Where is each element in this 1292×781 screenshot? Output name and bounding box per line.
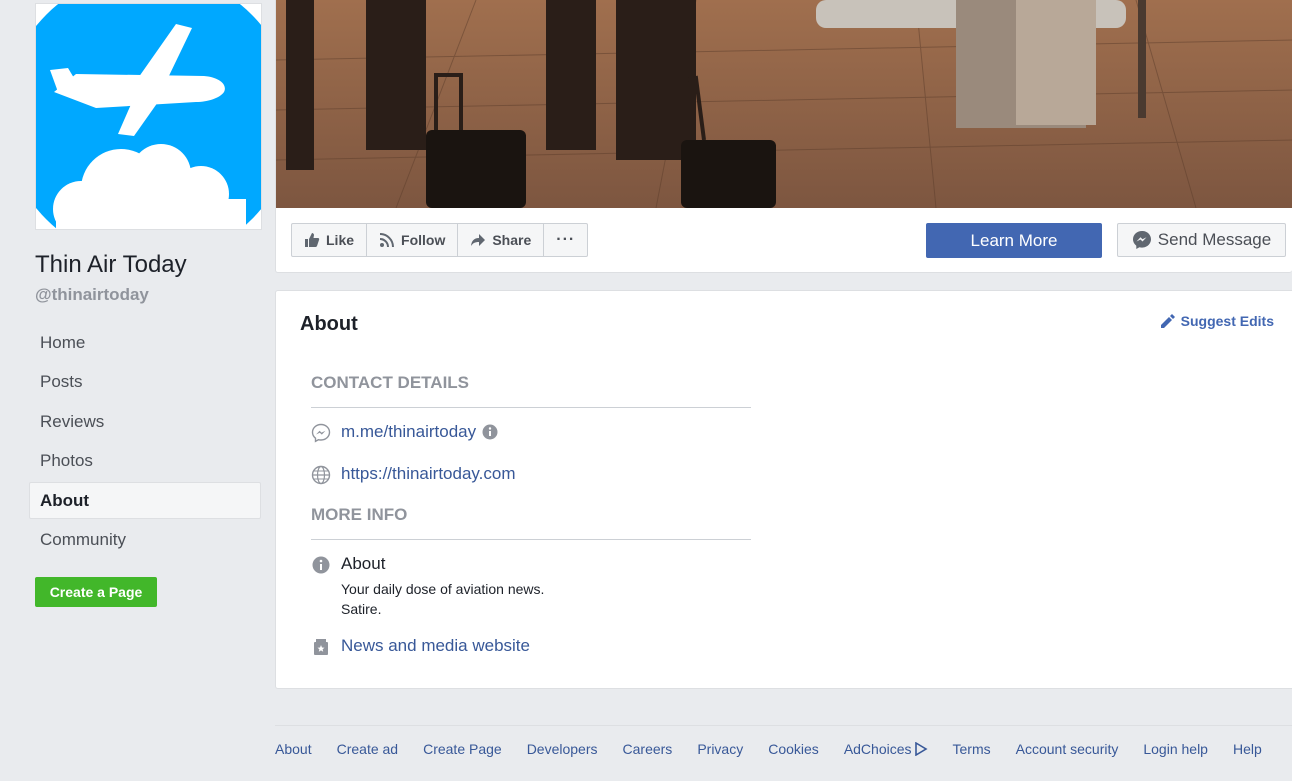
adchoices-label: AdChoices [843, 741, 912, 757]
about-description: Your daily dose of aviation news. Satire… [341, 579, 544, 619]
category-row: News and media website [311, 636, 530, 657]
cover-card: Like Follow Share ··· Learn More Send Me… [275, 0, 1292, 273]
footer: About Create ad Create Page Developers C… [275, 725, 1292, 759]
about-label: About [341, 554, 386, 573]
category-tag-icon [311, 637, 331, 657]
cover-photo[interactable] [276, 0, 1292, 208]
share-label: Share [492, 232, 532, 248]
send-message-button[interactable]: Send Message [1117, 223, 1286, 257]
page-title: Thin Air Today [35, 251, 187, 278]
nav-item-reviews[interactable]: Reviews [29, 403, 261, 440]
messenger-link[interactable]: m.me/thinairtoday [341, 422, 476, 442]
footer-link-login-help[interactable]: Login help [1143, 739, 1208, 759]
thumbs-up-icon [305, 233, 320, 247]
footer-link-developers[interactable]: Developers [527, 739, 598, 759]
about-card: About Suggest Edits CONTACT DETAILS m.me… [275, 290, 1292, 689]
messenger-outline-icon [311, 423, 331, 443]
about-description-line-2: Satire. [341, 601, 382, 617]
website-link[interactable]: https://thinairtoday.com [341, 464, 516, 484]
footer-link-cookies[interactable]: Cookies [768, 739, 819, 759]
footer-link-adchoices[interactable]: AdChoices [844, 739, 928, 759]
footer-link-account-security[interactable]: Account security [1016, 739, 1119, 759]
like-label: Like [326, 232, 355, 248]
info-icon[interactable] [482, 424, 498, 445]
website-row: https://thinairtoday.com [311, 464, 516, 485]
send-message-label: Send Message [1157, 230, 1272, 249]
footer-link-create-ad[interactable]: Create ad [337, 739, 398, 759]
messenger-icon [1132, 231, 1151, 249]
nav-item-home[interactable]: Home [29, 324, 261, 361]
footer-link-about[interactable]: About [275, 739, 312, 759]
more-info-heading: MORE INFO [311, 505, 751, 540]
share-button[interactable]: Share [458, 224, 545, 256]
airplane-cloud-logo [36, 4, 261, 229]
suggest-edits-link[interactable]: Suggest Edits [1160, 313, 1274, 329]
messenger-row: m.me/thinairtoday [311, 422, 498, 445]
footer-link-terms[interactable]: Terms [953, 739, 991, 759]
more-options-button[interactable]: ··· [544, 224, 587, 256]
about-info-row: About Your daily dose of aviation news. … [311, 554, 544, 619]
nav-item-photos[interactable]: Photos [29, 443, 261, 480]
travelers-luggage-photo [276, 0, 1292, 208]
info-circle-icon [311, 555, 331, 575]
nav-item-community[interactable]: Community [29, 522, 261, 559]
globe-icon [311, 465, 331, 485]
follow-button[interactable]: Follow [367, 224, 459, 256]
like-button[interactable]: Like [292, 224, 368, 256]
page-profile-picture[interactable] [35, 3, 262, 230]
adchoices-icon [914, 742, 928, 756]
nav-item-about[interactable]: About [29, 482, 261, 519]
page-handle[interactable]: @thinairtoday [35, 285, 149, 305]
about-description-line-1: Your daily dose of aviation news. [341, 581, 545, 597]
share-arrow-icon [471, 234, 486, 246]
category-link[interactable]: News and media website [341, 636, 530, 656]
footer-link-create-page[interactable]: Create Page [423, 739, 502, 759]
footer-link-help[interactable]: Help [1233, 739, 1262, 759]
nav-item-posts[interactable]: Posts [29, 364, 261, 401]
about-heading: About [300, 313, 358, 335]
learn-more-button[interactable]: Learn More [926, 223, 1102, 258]
page-nav: Home Posts Reviews Photos About Communit… [29, 324, 261, 561]
create-page-button[interactable]: Create a Page [35, 577, 157, 607]
contact-details-heading: CONTACT DETAILS [311, 373, 751, 408]
page-actions-bar: Like Follow Share ··· [291, 223, 589, 257]
footer-link-privacy[interactable]: Privacy [697, 739, 743, 759]
rss-follow-icon [379, 233, 395, 248]
follow-label: Follow [401, 232, 446, 248]
pencil-icon [1160, 313, 1175, 328]
more-dots-icon: ··· [556, 231, 576, 248]
footer-links: About Create ad Create Page Developers C… [275, 739, 1292, 759]
footer-link-careers[interactable]: Careers [623, 739, 673, 759]
suggest-edits-label: Suggest Edits [1180, 313, 1274, 329]
